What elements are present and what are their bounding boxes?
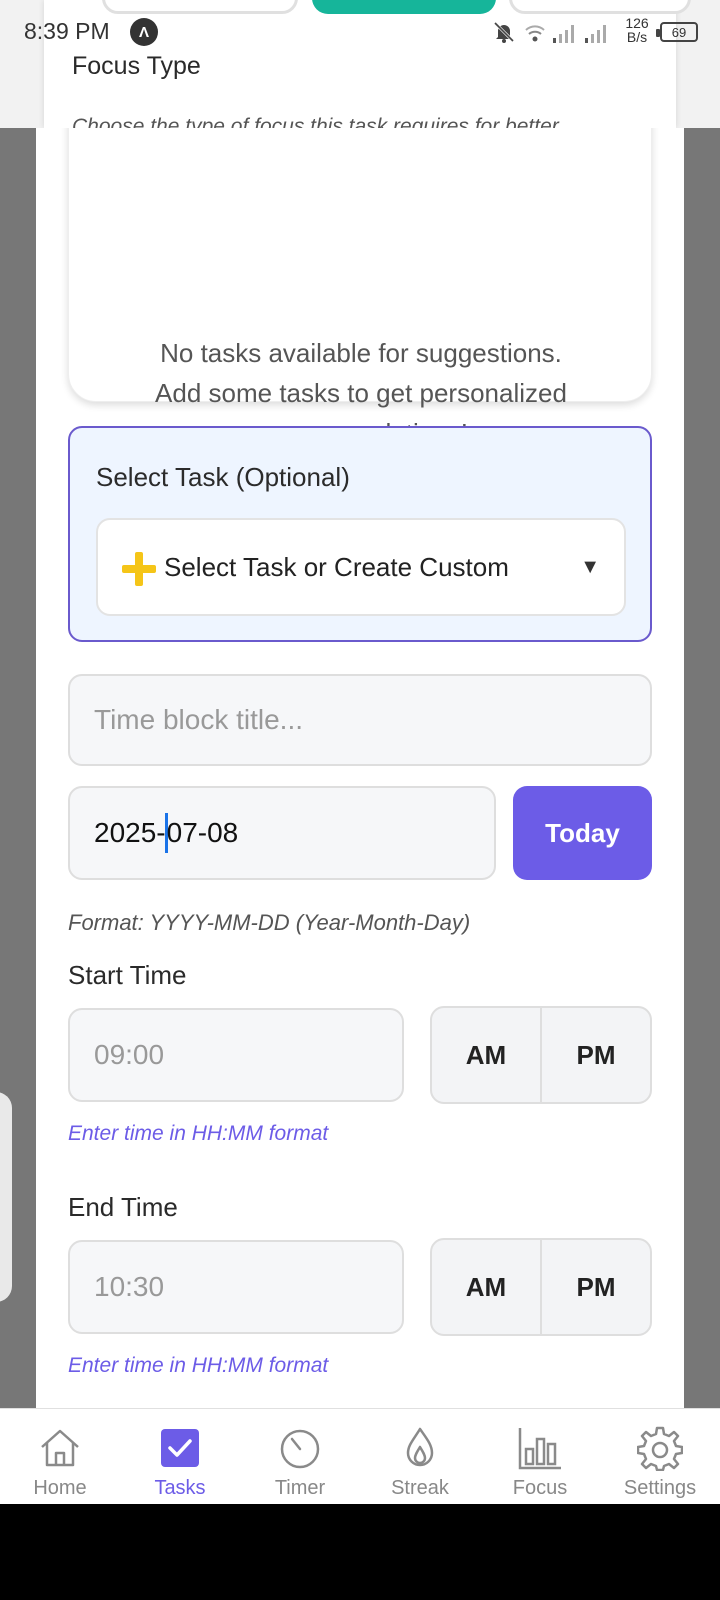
status-bar: 8:39 PM Λ 126 B/s 69: [0, 0, 720, 60]
start-time-input[interactable]: 09:00: [68, 1008, 404, 1102]
nav-label: Home: [33, 1477, 87, 1499]
wifi-icon: [525, 25, 545, 42]
plus-icon: [122, 552, 156, 586]
signal-icon: [585, 25, 606, 43]
end-pm-button[interactable]: PM: [542, 1240, 650, 1334]
status-time: 8:39 PM: [24, 18, 110, 44]
start-time-hint: Enter time in HH:MM format: [68, 1122, 329, 1145]
date-value-part: 2025-: [94, 817, 166, 848]
nav-item-tasks[interactable]: Tasks: [120, 1409, 240, 1504]
gear-icon: [637, 1426, 683, 1471]
date-input[interactable]: 2025- 07-08: [68, 786, 496, 880]
chevron-down-icon: ▼: [580, 556, 600, 578]
end-am-button[interactable]: AM: [432, 1240, 542, 1334]
nav-item-home[interactable]: Home: [0, 1409, 120, 1504]
network-speed: 126 B/s: [620, 16, 654, 44]
suggestions-line: No tasks available for suggestions.: [160, 338, 562, 368]
status-icons: 126 B/s 69: [488, 16, 708, 48]
nav-label: Focus: [512, 1477, 568, 1499]
bar-chart-icon: [518, 1428, 561, 1470]
start-am-button[interactable]: AM: [432, 1008, 542, 1102]
nav-item-streak[interactable]: Streak: [360, 1409, 480, 1504]
focus-type-description: Choose the type of focus this task requi…: [72, 115, 559, 128]
nav-item-focus[interactable]: Focus: [480, 1409, 600, 1504]
end-time-input[interactable]: 10:30: [68, 1240, 404, 1334]
timer-icon: [280, 1429, 320, 1469]
nav-label: Tasks: [154, 1477, 206, 1499]
select-task-label: Select Task (Optional): [96, 462, 350, 492]
select-task-section: Select Task (Optional) Select Task or Cr…: [68, 426, 652, 642]
suggestions-card: No tasks available for suggestions. Add …: [68, 128, 652, 448]
end-time-hint: Enter time in HH:MM format: [68, 1354, 329, 1377]
home-icon: [41, 1429, 79, 1467]
select-task-value: Select Task or Create Custom: [164, 552, 509, 582]
signal-icon: [553, 25, 574, 43]
select-task-dropdown[interactable]: Select Task or Create Custom ▼: [96, 518, 626, 616]
nav-label: Timer: [274, 1477, 326, 1499]
suggestions-line: Add some tasks to get personalized: [155, 378, 567, 408]
bottom-navigation: Home Tasks Timer Streak Focus Settings: [0, 1408, 720, 1504]
end-time-label: End Time: [68, 1192, 178, 1222]
time-block-title-input[interactable]: Time block title...: [68, 674, 652, 766]
today-button[interactable]: Today: [513, 786, 652, 880]
start-time-label: Start Time: [68, 960, 187, 990]
date-value-part: 07-08: [166, 817, 239, 848]
edge-swipe-handle[interactable]: [0, 1092, 12, 1302]
start-pm-button[interactable]: PM: [542, 1008, 650, 1102]
start-time-ampm-toggle: AM PM: [430, 1006, 652, 1104]
checkbox-icon: [161, 1429, 199, 1467]
nav-label: Streak: [391, 1477, 449, 1499]
network-speed-unit: B/s: [626, 29, 648, 45]
bell-off-icon: [493, 21, 515, 43]
nav-label: Settings: [623, 1477, 697, 1499]
flame-icon: [406, 1427, 434, 1467]
nav-item-timer[interactable]: Timer: [240, 1409, 360, 1504]
time-block-sheet: No tasks available for suggestions. Add …: [36, 128, 684, 1408]
battery-icon: 69: [656, 22, 698, 42]
nav-item-settings[interactable]: Settings: [600, 1409, 720, 1504]
network-speed-value: 126: [625, 15, 649, 31]
app-notification-icon: Λ: [130, 18, 158, 46]
date-format-hint: Format: YYYY-MM-DD (Year-Month-Day): [68, 910, 471, 935]
end-time-ampm-toggle: AM PM: [430, 1238, 652, 1336]
